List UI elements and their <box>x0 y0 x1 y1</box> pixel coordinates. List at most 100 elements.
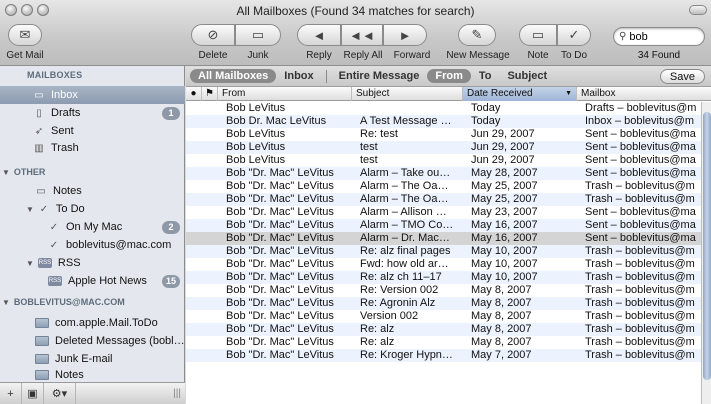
reply-all-button[interactable]: ◄◄ <box>341 24 383 46</box>
table-row[interactable]: Bob LeVitus Today Drafts – boblevitus@m <box>186 102 701 115</box>
checkmark-icon: ✓ <box>39 203 49 215</box>
table-row[interactable]: Bob "Dr. Mac" LeVitus Re: alz ch 11–17 May… <box>186 271 701 284</box>
date-cell: Jun 29, 2007 <box>471 128 535 140</box>
search-icon: ⚲ <box>619 31 627 42</box>
disclosure-triangle-icon: ▼ <box>2 297 10 307</box>
sidebar-item-boblevitus-todo[interactable]: ✓ boblevitus@mac.com <box>48 236 185 254</box>
scrollbar-thumb[interactable] <box>703 112 711 380</box>
table-row[interactable]: Bob "Dr. Mac" LeVitus Re: alz May 8, 2007 T… <box>186 323 701 336</box>
note-button[interactable]: ▭ <box>519 24 557 46</box>
unread-column-header[interactable]: ● <box>186 87 202 101</box>
search-field[interactable]: ⚲ <box>613 27 705 46</box>
sidebar-item-inbox[interactable]: ▭ Inbox <box>0 86 185 104</box>
table-row[interactable]: Bob "Dr. Mac" LeVitus Re: alz May 8, 2007 T… <box>186 336 701 349</box>
vertical-scrollbar[interactable] <box>701 102 711 404</box>
toolbar-toggle-button[interactable] <box>689 5 707 15</box>
junk-bag-icon: ▭ <box>251 27 265 42</box>
resize-handle-icon[interactable]: ||| <box>173 388 181 399</box>
subject-cell: Alarm – The Oa… <box>360 180 449 192</box>
scope-subject[interactable]: Subject <box>499 69 555 83</box>
reply-button[interactable]: ◄ <box>297 24 341 46</box>
sidebar-action-bar: + ▣ ⚙▾ ||| <box>0 382 185 404</box>
mailbox-cell: Trash – boblevitus@m <box>585 323 695 335</box>
table-row[interactable]: Bob LeVitus test Jun 29, 2007 Sent – boblev… <box>186 141 701 154</box>
sidebar-item-rss[interactable]: ▼ RSS RSS <box>26 254 185 272</box>
table-row[interactable]: Bob "Dr. Mac" LeVitus Re: Agronin Alz May … <box>186 297 701 310</box>
gear-icon: ⚙▾ <box>51 388 68 400</box>
subject-cell: Version 002 <box>360 310 419 322</box>
show-photo-browser-button[interactable]: ▣ <box>22 382 44 404</box>
delete-icon: ⊘ <box>207 27 219 42</box>
flag-icon: ⚑ <box>205 88 214 99</box>
sidebar-item-apple-hot-news[interactable]: RSS Apple Hot News 15 <box>48 272 185 290</box>
todo-label: To Do <box>560 50 588 61</box>
delete-button[interactable]: ⊘ <box>191 24 235 46</box>
sidebar-item-account-folder[interactable]: Deleted Messages (bobl… <box>35 332 185 350</box>
new-message-button[interactable]: ✎ <box>458 24 496 46</box>
todo-button[interactable]: ✓ <box>557 24 591 46</box>
reply-all-label: Reply All <box>343 50 383 61</box>
from-cell: Bob LeVitus <box>226 141 286 153</box>
table-row[interactable]: Bob LeVitus test Jun 29, 2007 Sent – boblev… <box>186 154 701 167</box>
search-input[interactable] <box>629 30 690 43</box>
table-row[interactable]: Bob "Dr. Mac" LeVitus Re: alz final pages… <box>186 245 701 258</box>
get-mail-button[interactable]: ✉ <box>8 24 42 46</box>
scope-entire-message[interactable]: Entire Message <box>331 69 428 83</box>
date-cell: May 10, 2007 <box>471 258 538 270</box>
table-row[interactable]: Bob "Dr. Mac" LeVitus Alarm – Take ou… May… <box>186 167 701 180</box>
table-row[interactable]: Bob "Dr. Mac" LeVitus Alarm – The Oa… May … <box>186 193 701 206</box>
scope-to[interactable]: To <box>471 69 500 83</box>
date-received-column-header[interactable]: Date Received ▼ <box>463 87 577 101</box>
sidebar-item-label: Notes <box>55 369 84 381</box>
from-cell: Bob "Dr. Mac" LeVitus <box>226 284 334 296</box>
sidebar-item-todo[interactable]: ▼ ✓ To Do <box>26 200 185 218</box>
table-row[interactable]: Bob LeVitus Re: test Jun 29, 2007 Sent – bo… <box>186 128 701 141</box>
subject-column-header[interactable]: Subject <box>352 87 463 101</box>
forward-button[interactable]: ► <box>383 24 427 46</box>
mailbox-cell: Trash – boblevitus@m <box>585 271 695 283</box>
scope-all-mailboxes[interactable]: All Mailboxes <box>190 69 277 83</box>
from-cell: Bob "Dr. Mac" LeVitus <box>226 271 334 283</box>
disclosure-triangle-icon: ▼ <box>2 167 10 177</box>
table-row[interactable]: Bob "Dr. Mac" LeVitus Alarm – Dr. Mac… May… <box>186 232 701 245</box>
date-cell: May 16, 2007 <box>471 219 538 231</box>
mailbox-cell: Drafts – boblevitus@m <box>585 102 697 114</box>
action-menu-button[interactable]: ⚙▾ <box>44 382 76 404</box>
from-cell: Bob "Dr. Mac" LeVitus <box>226 245 334 257</box>
subject-cell: Alarm – Take ou… <box>360 167 451 179</box>
sidebar-item-notes[interactable]: ▭ Notes <box>35 182 185 200</box>
scope-inbox[interactable]: Inbox <box>276 69 321 83</box>
account-section-header[interactable]: ▼ BOBLEVITUS@MAC.COM <box>2 293 182 311</box>
flag-column-header[interactable]: ⚑ <box>202 87 218 101</box>
rss-icon: RSS <box>48 276 62 286</box>
sidebar-item-on-my-mac[interactable]: ✓ On My Mac 2 <box>48 218 185 236</box>
mailbox-column-header[interactable]: Mailbox <box>577 87 711 101</box>
table-row[interactable]: Bob "Dr. Mac" LeVitus Alarm – The Oa… May … <box>186 180 701 193</box>
table-row[interactable]: Bob "Dr. Mac" LeVitus Re: Kroger Hypn… May… <box>186 349 701 362</box>
sidebar-item-drafts[interactable]: ▯ Drafts 1 <box>33 104 185 122</box>
from-column-header[interactable]: From <box>218 87 352 101</box>
mailbox-cell: Trash – boblevitus@m <box>585 349 695 361</box>
from-cell: Bob "Dr. Mac" LeVitus <box>226 167 334 179</box>
checkmark-icon: ✓ <box>49 239 59 251</box>
other-section-header[interactable]: ▼ OTHER <box>2 163 182 181</box>
sidebar-item-trash[interactable]: ▥ Trash <box>33 139 185 157</box>
scope-from[interactable]: From <box>427 69 471 83</box>
sidebar-item-sent[interactable]: ➶ Sent <box>33 122 185 140</box>
table-row[interactable]: Bob "Dr. Mac" LeVitus Alarm – TMO Co… May … <box>186 219 701 232</box>
sidebar-item-label: Notes <box>53 185 82 197</box>
sidebar-item-account-folder[interactable]: com.apple.Mail.ToDo <box>35 314 185 332</box>
table-row[interactable]: Bob "Dr. Mac" LeVitus Alarm – Allison … Ma… <box>186 206 701 219</box>
sort-descending-icon: ▼ <box>565 90 572 97</box>
mail-window: All Mailboxes (Found 34 matches for sear… <box>0 0 711 404</box>
mailbox-cell: Sent – boblevitus@ma <box>585 128 696 140</box>
table-row[interactable]: Bob Dr. Mac LeVitus A Test Message … Today… <box>186 115 701 128</box>
table-row[interactable]: Bob "Dr. Mac" LeVitus Re: Version 002 May … <box>186 284 701 297</box>
table-row[interactable]: Bob "Dr. Mac" LeVitus Version 002 May 8, 2… <box>186 310 701 323</box>
save-search-button[interactable]: Save <box>659 69 705 84</box>
from-cell: Bob "Dr. Mac" LeVitus <box>226 297 334 309</box>
subject-cell: Re: alz <box>360 336 395 348</box>
add-mailbox-button[interactable]: + <box>0 382 22 404</box>
table-row[interactable]: Bob "Dr. Mac" LeVitus Fwd: how old ar… May… <box>186 258 701 271</box>
junk-button[interactable]: ▭ <box>235 24 281 46</box>
